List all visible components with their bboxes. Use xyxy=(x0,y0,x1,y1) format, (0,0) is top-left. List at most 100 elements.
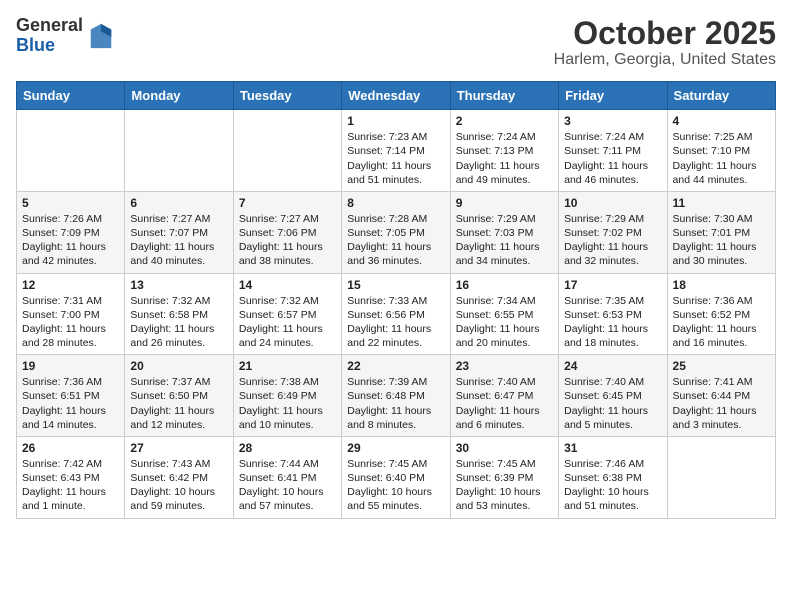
day-number: 23 xyxy=(456,359,553,373)
cell-content: Sunrise: 7:36 AMSunset: 6:51 PMDaylight:… xyxy=(22,375,119,432)
calendar-cell: 2Sunrise: 7:24 AMSunset: 7:13 PMDaylight… xyxy=(450,110,558,192)
day-number: 10 xyxy=(564,196,661,210)
weekday-header-monday: Monday xyxy=(125,82,233,110)
calendar-table: SundayMondayTuesdayWednesdayThursdayFrid… xyxy=(16,81,776,518)
calendar-cell: 17 Sunrise: 7:35 AMSunset: 6:53 PMDayligh… xyxy=(559,273,667,355)
day-number: 11 xyxy=(673,196,770,210)
cell-line: Sunset: 6:52 PM xyxy=(673,309,751,321)
calendar-cell: 24Sunrise: 7:40 AMSunset: 6:45 PMDayligh… xyxy=(559,355,667,437)
cell-content: Sunrise: 7:33 AM Sunset: 6:56 PM Daylight:… xyxy=(347,294,444,351)
cell-content: Sunrise: 7:45 AMSunset: 6:39 PMDaylight:… xyxy=(456,457,553,514)
cell-line: Sunset: 7:14 PM xyxy=(347,145,425,157)
cell-content: Sunrise: 7:25 AMSunset: 7:10 PMDaylight:… xyxy=(673,130,770,187)
week-row-4: 19Sunrise: 7:36 AMSunset: 6:51 PMDayligh… xyxy=(17,355,776,437)
cell-line: Sunrise: 7:36 AM xyxy=(673,295,753,307)
cell-line: Sunset: 7:00 PM xyxy=(22,309,100,321)
calendar-cell: 15 Sunrise: 7:33 AM Sunset: 6:56 PM Dayligh… xyxy=(342,273,450,355)
cell-content: Sunrise: 7:35 AMSunset: 6:53 PMDaylight:… xyxy=(564,294,661,351)
logo-icon xyxy=(87,22,115,50)
cell-line: Sunset: 6:58 PM xyxy=(130,309,208,321)
cell-line: Sunrise: 7:40 AM xyxy=(456,376,536,388)
cell-line: Daylight: 10 hours and 57 minutes. xyxy=(239,486,324,512)
cell-content: Sunrise: 7:40 AMSunset: 6:45 PMDaylight:… xyxy=(564,375,661,432)
cell-line: Daylight: 11 hours and 26 minutes. xyxy=(130,323,214,349)
cell-line: Sunrise: 7:28 AM xyxy=(347,213,427,225)
cell-line: Sunrise: 7:33 AM xyxy=(347,295,427,307)
cell-line: Daylight: 10 hours and 55 minutes. xyxy=(347,486,432,512)
calendar-cell xyxy=(17,110,125,192)
calendar-cell: 18Sunrise: 7:36 AMSunset: 6:52 PMDayligh… xyxy=(667,273,775,355)
calendar-cell: 28Sunrise: 7:44 AMSunset: 6:41 PMDayligh… xyxy=(233,436,341,518)
cell-line: Daylight: 11 hours and 22 minutes. xyxy=(347,323,431,349)
cell-line: Sunset: 6:42 PM xyxy=(130,472,208,484)
logo-general-text: General xyxy=(16,16,83,36)
cell-line: Sunrise: 7:29 AM xyxy=(456,213,536,225)
cell-line: Sunset: 7:02 PM xyxy=(564,227,642,239)
calendar-cell: 26Sunrise: 7:42 AMSunset: 6:43 PMDayligh… xyxy=(17,436,125,518)
calendar-cell: 31Sunrise: 7:46 AMSunset: 6:38 PMDayligh… xyxy=(559,436,667,518)
day-number: 9 xyxy=(456,196,553,210)
cell-content: Sunrise: 7:41 AMSunset: 6:44 PMDaylight:… xyxy=(673,375,770,432)
cell-line: Daylight: 11 hours and 28 minutes. xyxy=(22,323,106,349)
cell-line: Sunset: 6:48 PM xyxy=(347,390,425,402)
cell-line: Sunset: 6:57 PM xyxy=(239,309,317,321)
cell-content: Sunrise: 7:37 AMSunset: 6:50 PMDaylight:… xyxy=(130,375,227,432)
calendar-cell: 19Sunrise: 7:36 AMSunset: 6:51 PMDayligh… xyxy=(17,355,125,437)
calendar-cell: 11Sunrise: 7:30 AMSunset: 7:01 PMDayligh… xyxy=(667,191,775,273)
cell-content: Sunrise: 7:38 AMSunset: 6:49 PMDaylight:… xyxy=(239,375,336,432)
page-header: General Blue October 2025 Harlem, Georgi… xyxy=(16,16,776,69)
cell-line: Sunrise: 7:37 AM xyxy=(130,376,210,388)
weekday-header-thursday: Thursday xyxy=(450,82,558,110)
day-number: 16 xyxy=(456,278,553,292)
cell-line: Sunrise: 7:24 AM xyxy=(564,131,644,143)
calendar-cell xyxy=(667,436,775,518)
cell-content: Sunrise: 7:30 AMSunset: 7:01 PMDaylight:… xyxy=(673,212,770,269)
calendar-cell: 25 Sunrise: 7:41 AMSunset: 6:44 PMDayligh… xyxy=(667,355,775,437)
cell-content: Sunrise: 7:26 AMSunset: 7:09 PMDaylight:… xyxy=(22,212,119,269)
cell-line: Sunrise: 7:23 AM xyxy=(347,131,427,143)
day-number: 29 xyxy=(347,441,444,455)
cell-line: Sunrise: 7:36 AM xyxy=(22,376,102,388)
cell-line: Daylight: 11 hours and 34 minutes. xyxy=(456,241,540,267)
cell-line: Sunset: 7:05 PM xyxy=(347,227,425,239)
cell-content: Sunrise: 7:39 AMSunset: 6:48 PMDaylight:… xyxy=(347,375,444,432)
day-number: 20 xyxy=(130,359,227,373)
cell-line: Daylight: 10 hours and 53 minutes. xyxy=(456,486,541,512)
logo-blue-text: Blue xyxy=(16,36,83,56)
cell-line: Sunset: 7:11 PM xyxy=(564,145,641,157)
cell-line: Daylight: 10 hours and 51 minutes. xyxy=(564,486,649,512)
cell-line: Sunrise: 7:46 AM xyxy=(564,458,644,470)
day-number: 25 xyxy=(673,359,770,373)
cell-content: Sunrise: 7:32 AMSunset: 6:58 PMDaylight:… xyxy=(130,294,227,351)
weekday-header-wednesday: Wednesday xyxy=(342,82,450,110)
day-number: 17 xyxy=(564,278,661,292)
cell-line: Sunset: 7:13 PM xyxy=(456,145,534,157)
calendar-cell: 6Sunrise: 7:27 AMSunset: 7:07 PMDaylight… xyxy=(125,191,233,273)
cell-line: Daylight: 11 hours and 51 minutes. xyxy=(347,160,431,186)
calendar-cell: 4Sunrise: 7:25 AMSunset: 7:10 PMDaylight… xyxy=(667,110,775,192)
cell-line: Daylight: 11 hours and 46 minutes. xyxy=(564,160,648,186)
cell-line: Daylight: 11 hours and 32 minutes. xyxy=(564,241,648,267)
calendar-cell: 13Sunrise: 7:32 AMSunset: 6:58 PMDayligh… xyxy=(125,273,233,355)
day-number: 14 xyxy=(239,278,336,292)
cell-line: Sunset: 6:56 PM xyxy=(347,309,425,321)
cell-line: Sunrise: 7:30 AM xyxy=(673,213,753,225)
calendar-cell: 5Sunrise: 7:26 AMSunset: 7:09 PMDaylight… xyxy=(17,191,125,273)
cell-line: Daylight: 11 hours and 20 minutes. xyxy=(456,323,540,349)
cell-line: Sunrise: 7:43 AM xyxy=(130,458,210,470)
cell-line: Sunset: 6:38 PM xyxy=(564,472,642,484)
calendar-cell: 1Sunrise: 7:23 AMSunset: 7:14 PMDaylight… xyxy=(342,110,450,192)
cell-content: Sunrise: 7:43 AM Sunset: 6:42 PM Daylight:… xyxy=(130,457,227,514)
cell-line: Sunset: 7:09 PM xyxy=(22,227,100,239)
cell-content: Sunrise: 7:28 AMSunset: 7:05 PMDaylight:… xyxy=(347,212,444,269)
cell-content: Sunrise: 7:34 AMSunset: 6:55 PMDaylight:… xyxy=(456,294,553,351)
calendar-cell: 22Sunrise: 7:39 AMSunset: 6:48 PMDayligh… xyxy=(342,355,450,437)
cell-line: Sunset: 7:01 PM xyxy=(673,227,751,239)
calendar-cell: 20 Sunrise: 7:37 AMSunset: 6:50 PMDayligh… xyxy=(125,355,233,437)
cell-content: Sunrise: 7:46 AM Sunset: 6:38 PM Daylight:… xyxy=(564,457,661,514)
day-number: 15 xyxy=(347,278,444,292)
day-number: 2 xyxy=(456,114,553,128)
cell-line: Sunset: 6:45 PM xyxy=(564,390,642,402)
cell-line: Daylight: 10 hours and 59 minutes. xyxy=(130,486,215,512)
day-number: 12 xyxy=(22,278,119,292)
